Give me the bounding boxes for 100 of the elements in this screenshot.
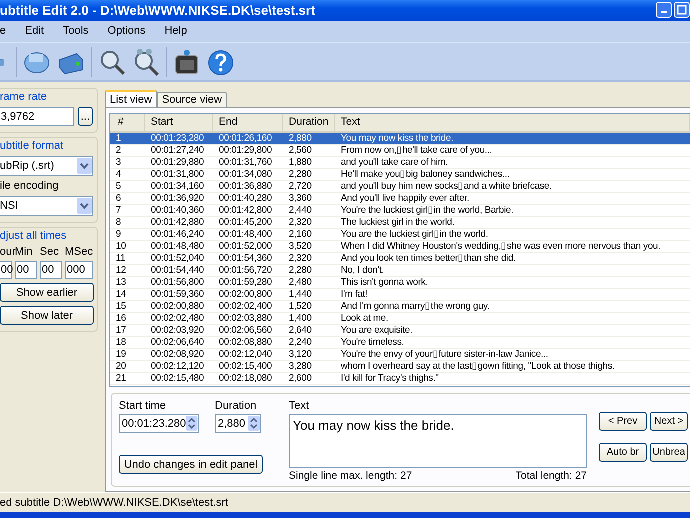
- table-cell-text: 00:01:45,200: [218, 217, 274, 228]
- column-header[interactable]: Duration: [283, 114, 335, 132]
- chevron-down-icon: [77, 198, 92, 214]
- time-field[interactable]: 00: [0, 261, 12, 280]
- table-cell-text: 2,320: [288, 253, 313, 264]
- length-info: Single line max. length: 27: [289, 470, 412, 482]
- start-time-field[interactable]: 00:01:23.280: [119, 414, 199, 434]
- table-cell-text: 00:02:00,880: [150, 301, 206, 312]
- field-value: 00:01:23.280: [122, 418, 186, 430]
- table-cell-text: 00:02:06,640: [150, 337, 206, 348]
- table-cell-text: and you'll buy him new socks▯and a white briefcase.: [340, 181, 553, 192]
- table-cell-text: 20: [115, 361, 128, 372]
- edit-button[interactable]: Unbrea: [650, 443, 688, 462]
- menu-item[interactable]: Tools: [63, 25, 100, 38]
- table-cell-text: 2,240: [288, 337, 313, 348]
- table-cell-text: 13: [115, 277, 128, 288]
- time-field[interactable]: 000: [65, 261, 93, 280]
- list-row[interactable]: 12 00:01:54,440 00:01:56,720 2,280 No, I don't.: [110, 265, 690, 278]
- list-row[interactable]: 14 00:01:59,360 00:02:00,800 1,440 I'm fat!: [110, 289, 690, 302]
- list-row[interactable]: 8 00:01:42,880 00:01:45,200 2,320 The luckiest girl in the world.: [110, 217, 690, 230]
- list-row[interactable]: 15 00:02:00,880 00:02:02,400 1,520 And I'm gonna marry▯the wrong guy.: [110, 301, 690, 314]
- table-cell-text: When I did Whitney Houston's wedding,▯she was even more nervous than you.: [340, 241, 662, 252]
- table-cell-text: You are exquisite.: [340, 325, 414, 336]
- list-row[interactable]: 19 00:02:08,920 00:02:12,040 3,120 You're the envy of your▯future sister-in-law Janice...: [110, 349, 690, 362]
- table-cell-text: 1: [115, 133, 122, 144]
- menu-item[interactable]: e: [0, 25, 18, 38]
- table-cell-text: 00:01:36,920: [150, 193, 206, 204]
- table-cell-text: 15: [115, 301, 128, 312]
- table-cell-text: 00:01:46,240: [150, 229, 206, 240]
- list-row[interactable]: 17 00:02:03,920 00:02:06,560 2,640 You are exquisite.: [110, 325, 690, 338]
- column-header[interactable]: End: [213, 114, 283, 132]
- list-row[interactable]: 2 00:01:27,240 00:01:29,800 2,560 From now on,▯he'll take care of you...: [110, 145, 690, 158]
- list-row[interactable]: 7 00:01:40,360 00:01:42,800 2,440 You're the luckiest girl▯in the world, Barbie.: [110, 205, 690, 218]
- help-icon[interactable]: [207, 48, 235, 76]
- undo-button[interactable]: Undo changes in edit panel: [119, 455, 263, 474]
- group-label: ubtitle format: [0, 140, 65, 152]
- table-cell-text: You're timeless.: [340, 337, 406, 348]
- table-cell-text: And you'll live happily ever after.: [340, 193, 470, 204]
- minimize-button[interactable]: [656, 2, 672, 18]
- table-cell-text: 14: [115, 289, 128, 300]
- tab[interactable]: List view: [105, 90, 158, 108]
- list-row[interactable]: 16 00:02:02,480 00:02:03,880 1,400 Look at me.: [110, 313, 690, 326]
- table-cell-text: 00:02:02,400: [218, 301, 274, 312]
- encoding-dropdown[interactable]: NSI: [0, 196, 93, 216]
- list-row[interactable]: 1 00:01:23,280 00:01:26,160 2,880 You may now kiss the bride.: [110, 133, 690, 146]
- time-field[interactable]: 00: [40, 261, 62, 280]
- table-cell-text: From now on,▯he'll take care of you...: [340, 145, 494, 156]
- list-row[interactable]: 20 00:02:12,120 00:02:15,400 3,280 whom I overheard say at the last▯gown fitting, "Look at those thighs.: [110, 361, 690, 374]
- table-cell-text: 1,520: [288, 301, 313, 312]
- spinner-icon[interactable]: [248, 416, 260, 432]
- edit-button[interactable]: < Prev: [599, 412, 647, 432]
- subtitle-text-field[interactable]: You may now kiss the bride.: [289, 414, 587, 468]
- field-label: Text: [289, 400, 310, 412]
- edit-button[interactable]: Next >: [650, 412, 688, 432]
- list-row[interactable]: 21 00:02:15,480 00:02:18,080 2,600 I'd kill for Tracy's thighs.": [110, 373, 690, 386]
- table-cell-text: 00:01:26,160: [218, 133, 274, 144]
- column-header[interactable]: Text: [335, 114, 690, 132]
- table-cell-text: 2,720: [288, 181, 313, 192]
- table-cell-text: 00:02:18,080: [218, 373, 274, 384]
- table-cell-text: whom I overheard say at the last▯gown fitting, "Look at those thighs.: [340, 361, 616, 372]
- shift-button[interactable]: Show later: [0, 306, 94, 326]
- table-cell-text: 9: [115, 229, 122, 240]
- table-cell-text: 00:01:34,160: [150, 181, 206, 192]
- time-field[interactable]: 00: [15, 261, 37, 280]
- table-cell-text: 2,480: [288, 277, 313, 288]
- magnifier-icon[interactable]: [132, 48, 160, 76]
- list-row[interactable]: 18 00:02:06,640 00:02:08,880 2,240 You're timeless.: [110, 337, 690, 350]
- field-label: MSec: [65, 246, 93, 258]
- edit-button[interactable]: Auto br: [599, 443, 647, 462]
- menu-item[interactable]: Options: [108, 25, 157, 38]
- list-row[interactable]: 11 00:01:52,040 00:01:54,360 2,320 And you look ten times better▯than she did.: [110, 253, 690, 266]
- list-row[interactable]: 9 00:01:46,240 00:01:48,400 2,160 You are the luckiest girl▯in the world.: [110, 229, 690, 242]
- field-label: ile encoding: [0, 180, 60, 192]
- format-dropdown[interactable]: ubRip (.srt): [0, 156, 93, 176]
- table-cell-text: 00:01:29,800: [218, 145, 274, 156]
- list-row[interactable]: 3 00:01:29,880 00:01:31,760 1,880 and you'll take care of him.: [110, 157, 690, 170]
- table-cell-text: 00:02:03,880: [218, 313, 274, 324]
- table-cell-text: 7: [115, 205, 122, 216]
- list-row[interactable]: 13 00:01:56,800 00:01:59,280 2,480 This isn't gonna work.: [110, 277, 690, 290]
- camera-icon[interactable]: [173, 48, 201, 76]
- tab[interactable]: Source view: [157, 92, 228, 108]
- table-cell-text: And I'm gonna marry▯the wrong guy.: [340, 301, 491, 312]
- duration-field[interactable]: 2,880: [215, 414, 261, 434]
- frame-rate-field[interactable]: 3,9762: [0, 107, 74, 126]
- column-header[interactable]: Start: [145, 114, 213, 132]
- maximize-button[interactable]: [674, 2, 690, 18]
- spinner-icon[interactable]: [186, 416, 198, 432]
- list-row[interactable]: 4 00:01:31,800 00:01:34,080 2,280 He'll make you▯big baloney sandwiches...: [110, 169, 690, 182]
- table-cell-text: 00:01:56,800: [150, 277, 206, 288]
- list-row[interactable]: 5 00:01:34,160 00:01:36,880 2,720 and you'll buy him new socks▯and a white briefcase.: [110, 181, 690, 194]
- shift-button[interactable]: Show earlier: [0, 283, 94, 302]
- table-cell-text: 3,520: [288, 241, 313, 252]
- column-header[interactable]: #: [110, 114, 145, 132]
- group-label: rame rate: [0, 91, 48, 104]
- list-row[interactable]: 10 00:01:48,480 00:01:52,000 3,520 When I did Whitney Houston's wedding,▯she was even more nervous than you.: [110, 241, 690, 254]
- menu-item[interactable]: Help: [164, 25, 198, 38]
- list-row[interactable]: 6 00:01:36,920 00:01:40,280 3,360 And you'll live happily ever after.: [110, 193, 690, 206]
- menu-item[interactable]: Edit: [25, 25, 56, 38]
- table-cell-text: 00:02:03,920: [150, 325, 206, 336]
- browse-button[interactable]: ...: [78, 107, 93, 126]
